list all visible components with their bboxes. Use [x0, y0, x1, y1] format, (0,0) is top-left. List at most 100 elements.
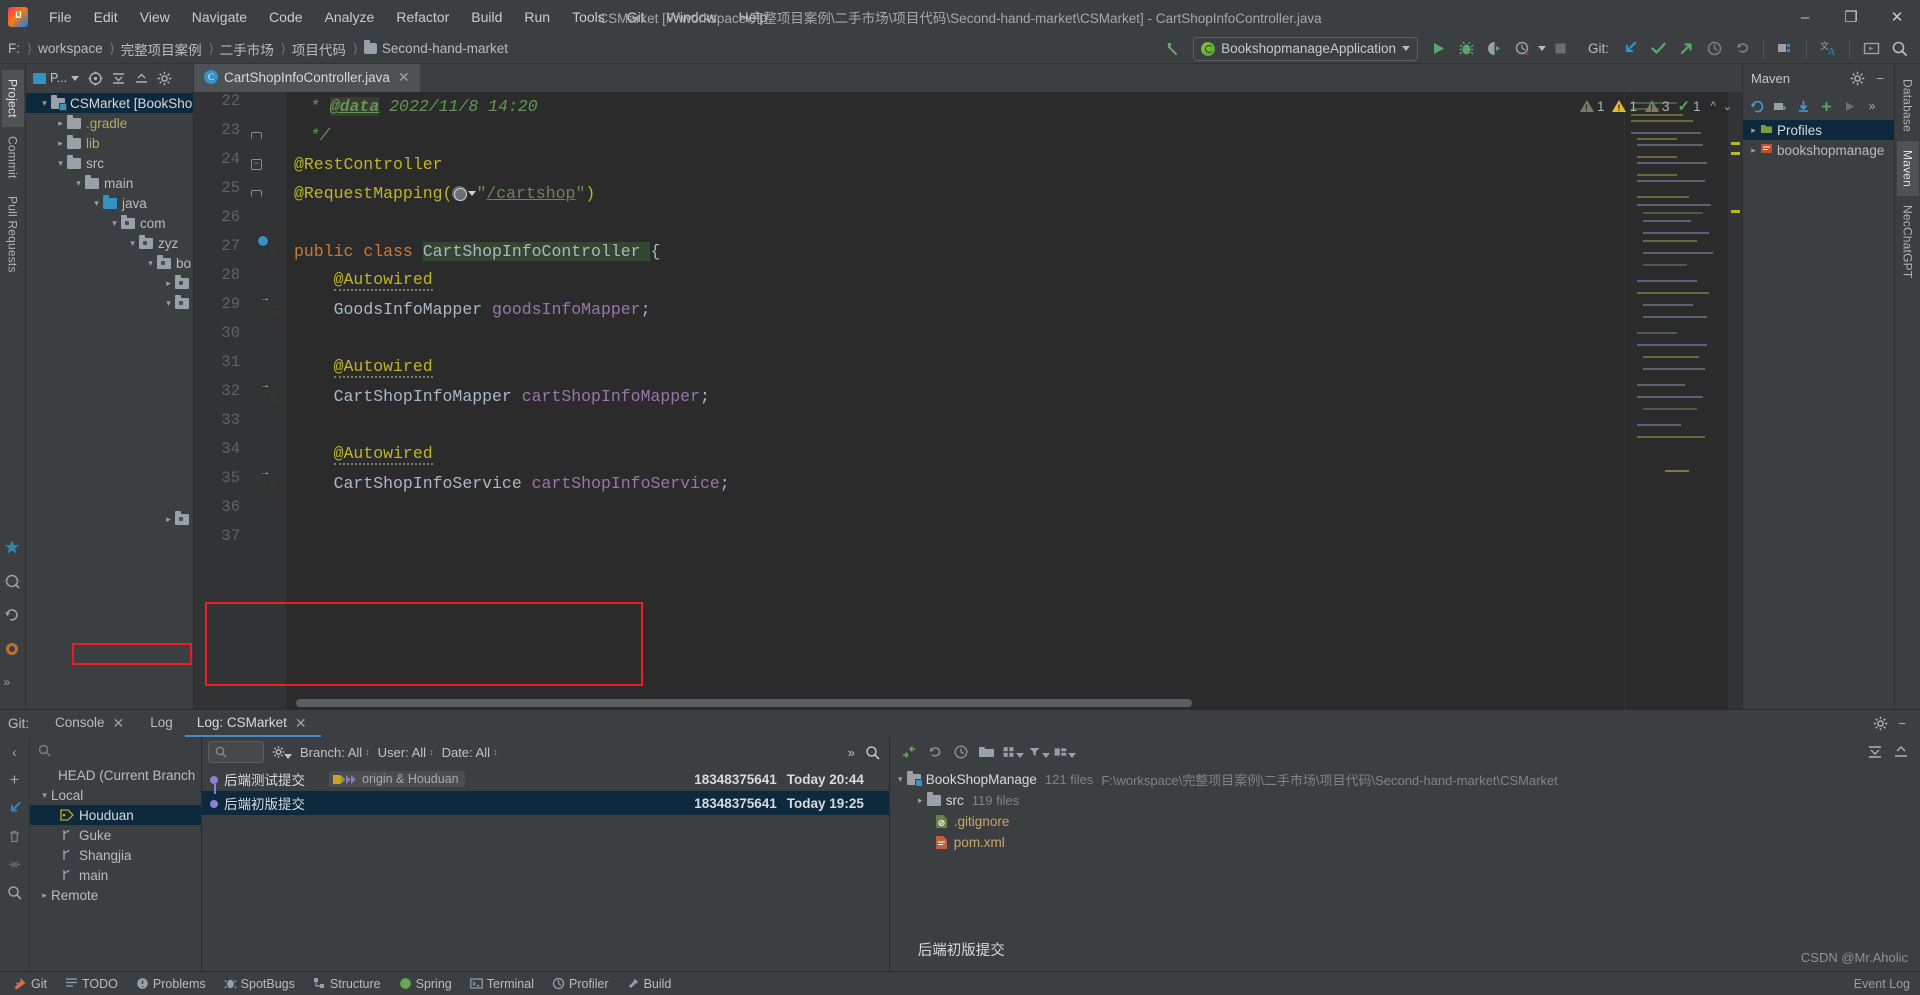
- editor-horizontal-scrollbar[interactable]: [296, 699, 1614, 707]
- group-by-icon[interactable]: [1002, 741, 1024, 763]
- chevron-down-icon[interactable]: ▾: [126, 238, 139, 249]
- chevron-down-icon[interactable]: ⌄: [1721, 100, 1734, 113]
- chevron-down-icon[interactable]: ▾: [144, 258, 157, 269]
- stripe-warning-mark[interactable]: [1731, 152, 1740, 155]
- rail-tab-project[interactable]: Project: [1, 70, 24, 127]
- git-tab-log-csmarket[interactable]: Log: CSMarket ✕: [184, 710, 321, 737]
- revert-icon[interactable]: [924, 741, 946, 763]
- fold-marker-icon[interactable]: [251, 190, 262, 197]
- filter-user[interactable]: User: All ↕: [378, 745, 434, 760]
- branch-node-main[interactable]: main: [30, 865, 201, 885]
- history-clock-icon[interactable]: [950, 741, 972, 763]
- fold-marker-icon[interactable]: [251, 132, 262, 139]
- chevron-right-icon[interactable]: ▸: [1747, 145, 1760, 156]
- tree-node-child[interactable]: ▾: [26, 293, 193, 313]
- status-terminal[interactable]: Terminal: [461, 975, 543, 993]
- chevron-down-icon[interactable]: ▾: [894, 774, 907, 785]
- run-with-coverage-button[interactable]: [1482, 36, 1508, 62]
- layout-icon[interactable]: [1054, 741, 1076, 763]
- branch-tree[interactable]: HEAD (Current Branch ▾ Local Houduan Guk…: [30, 763, 201, 971]
- rail-tab-necchatgpt[interactable]: NecChatGPT: [1897, 196, 1919, 287]
- maximize-button[interactable]: ❐: [1828, 0, 1874, 34]
- maven-tree[interactable]: ▸ Profiles ▸ bookshopmanage: [1743, 120, 1894, 709]
- tree-node-com[interactable]: ▾ com: [26, 213, 193, 233]
- editor-tab-cartshopinfocontroller[interactable]: C CartShopInfoController.java ✕: [194, 64, 420, 92]
- project-structure-icon[interactable]: [1772, 36, 1798, 62]
- commit-row-selected[interactable]: 后端初版提交 18348375641 Today 19:25: [202, 791, 889, 815]
- filter-icon[interactable]: [1028, 741, 1050, 763]
- branch-node-guke[interactable]: Guke: [30, 825, 201, 845]
- breadcrumb-item[interactable]: F:: [6, 39, 23, 58]
- menu-item-git[interactable]: Git: [616, 6, 656, 28]
- chevron-down-icon[interactable]: ▾: [108, 218, 121, 229]
- status-spring[interactable]: Spring: [390, 975, 461, 993]
- breadcrumb-item[interactable]: 项目代码: [290, 37, 349, 61]
- translate-icon[interactable]: 文A: [1815, 36, 1841, 62]
- stripe-warning-mark[interactable]: [1731, 210, 1740, 213]
- branch-group-local[interactable]: ▾ Local: [30, 785, 201, 805]
- commit-search-input[interactable]: [208, 741, 264, 763]
- maven-settings-icon[interactable]: [1847, 68, 1867, 88]
- editor-gutter[interactable]: 22 23 24 − 25 26 27 28 29 30 31 32 33 34…: [194, 92, 286, 709]
- chevron-right-icon[interactable]: ▸: [1747, 125, 1760, 136]
- file-tree-node-root[interactable]: ▾ BookShopManage 121 files F:\workspace\…: [890, 769, 1920, 790]
- code-text-area[interactable]: * @data 2022/11/8 14:20 */ @RestControll…: [286, 92, 1624, 709]
- tree-node-lib[interactable]: ▸ lib: [26, 133, 193, 153]
- breadcrumb-item[interactable]: 完整项目案例: [119, 37, 205, 61]
- presentation-icon[interactable]: [1858, 36, 1884, 62]
- branch-search-box[interactable]: [30, 737, 201, 763]
- menu-item-view[interactable]: View: [129, 6, 181, 28]
- filter-branch[interactable]: Branch: All ↕: [300, 745, 370, 760]
- commit-filter-settings-icon[interactable]: [272, 742, 292, 762]
- scrollbar-thumb[interactable]: [296, 699, 1193, 707]
- close-icon[interactable]: ✕: [396, 70, 412, 84]
- chevron-up-icon[interactable]: ^: [1709, 100, 1718, 112]
- git-update-project-icon[interactable]: [1617, 36, 1643, 62]
- spring-bean-class-gutter-icon[interactable]: [265, 244, 280, 259]
- profile-button[interactable]: [1510, 36, 1536, 62]
- git-history-icon[interactable]: [1701, 36, 1727, 62]
- stripe-warning-mark[interactable]: [1731, 142, 1740, 145]
- tree-node-csmarket[interactable]: ▾ CSMarket [BookShop: [26, 93, 193, 113]
- new-branch-icon[interactable]: +: [6, 770, 24, 789]
- filter-overflow-icon[interactable]: »: [848, 745, 855, 760]
- spring-autowired-gutter-icon[interactable]: [265, 302, 280, 317]
- branch-group-remote[interactable]: ▸ Remote: [30, 885, 201, 905]
- maven-reload-icon[interactable]: [1747, 96, 1767, 116]
- collapse-all-icon[interactable]: [131, 68, 151, 88]
- git-commit-icon[interactable]: [1645, 36, 1671, 62]
- tool-window-options-icon[interactable]: [154, 68, 174, 88]
- project-view-selector[interactable]: P...: [30, 69, 82, 87]
- close-button[interactable]: ✕: [1874, 0, 1920, 34]
- tree-node-child[interactable]: ▸: [26, 509, 193, 529]
- branch-node-houduan[interactable]: Houduan: [30, 805, 201, 825]
- rail-tab-database[interactable]: Database: [1897, 70, 1919, 141]
- tree-node-src[interactable]: ▾ src: [26, 153, 193, 173]
- chevron-down-icon[interactable]: ▾: [38, 790, 51, 801]
- git-tool-minimize-icon[interactable]: −: [1892, 714, 1912, 734]
- rail-tab-maven[interactable]: Maven: [1896, 140, 1919, 197]
- menu-item-analyze[interactable]: Analyze: [314, 6, 386, 28]
- chevron-down-icon[interactable]: ▾: [162, 298, 175, 309]
- run-button[interactable]: [1426, 36, 1452, 62]
- update-project-icon[interactable]: [6, 799, 24, 817]
- collapse-all-icon[interactable]: [1890, 741, 1912, 763]
- status-build[interactable]: Build: [618, 975, 681, 993]
- refresh-icon[interactable]: [4, 607, 22, 625]
- status-event-log[interactable]: Event Log: [1854, 977, 1920, 991]
- chevron-down-icon[interactable]: ▾: [90, 198, 103, 209]
- breadcrumb-item[interactable]: 二手市场: [218, 37, 277, 61]
- expand-all-icon[interactable]: [108, 68, 128, 88]
- filter-date[interactable]: Date: All ↕: [442, 745, 498, 760]
- menu-item-build[interactable]: Build: [460, 6, 513, 28]
- chevron-down-icon[interactable]: ▾: [54, 158, 67, 169]
- editor-minimap[interactable]: [1624, 92, 1728, 709]
- menu-item-file[interactable]: File: [38, 6, 83, 28]
- maven-run-icon[interactable]: [1839, 96, 1859, 116]
- commit-ref-labels[interactable]: origin & Houduan: [329, 771, 465, 787]
- maven-more-icon[interactable]: »: [1862, 96, 1882, 116]
- expand-all-icon[interactable]: [1864, 741, 1886, 763]
- rail-tab-pull-requests[interactable]: Pull Requests: [2, 187, 24, 282]
- favorites-star-icon[interactable]: [4, 539, 22, 557]
- breadcrumb-item[interactable]: workspace: [36, 39, 106, 58]
